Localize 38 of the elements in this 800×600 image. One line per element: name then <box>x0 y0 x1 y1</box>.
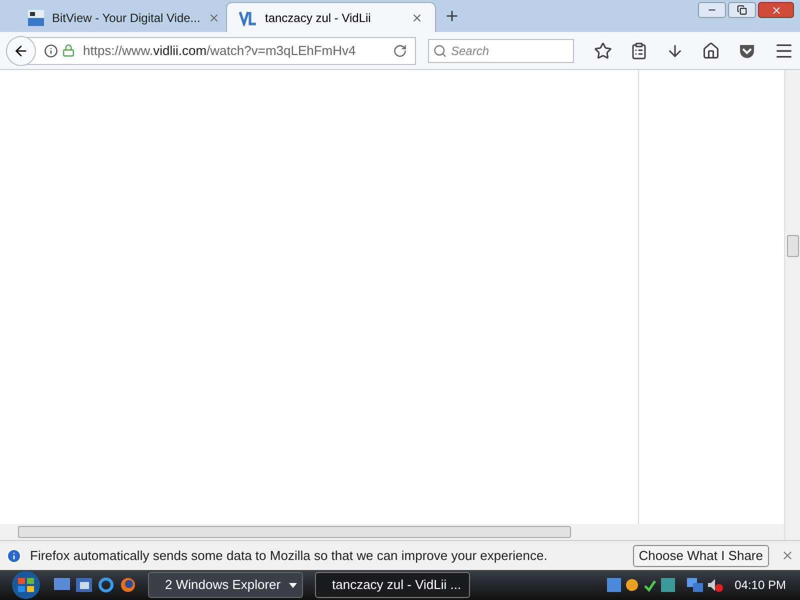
new-tab-icon[interactable] <box>444 8 460 24</box>
home-icon[interactable] <box>702 42 720 60</box>
info-icon <box>6 548 22 564</box>
choose-share-button[interactable]: Choose What I Share <box>632 544 769 566</box>
tray-icon[interactable] <box>660 578 675 592</box>
muted-speaker-icon[interactable] <box>706 578 723 592</box>
back-button[interactable] <box>6 36 36 66</box>
tray-icon[interactable] <box>606 578 621 592</box>
close-icon[interactable] <box>781 549 794 562</box>
close-icon <box>770 4 782 16</box>
clipboard-icon[interactable] <box>630 42 648 60</box>
restore-icon <box>737 5 747 15</box>
search-icon <box>433 44 447 58</box>
close-icon[interactable] <box>208 12 220 24</box>
close-icon[interactable] <box>411 12 423 24</box>
browser-tab[interactable]: BitView - Your Digital Vide... <box>16 4 226 32</box>
restore-button[interactable] <box>728 2 756 18</box>
reload-icon[interactable] <box>393 44 407 58</box>
bookmark-star-icon[interactable] <box>594 42 612 60</box>
tab-title: BitView - Your Digital Vide... <box>52 10 200 27</box>
clock-text[interactable]: 04:10 PM <box>734 576 786 594</box>
taskbar-button[interactable]: tanczacy zul - VidLii ... <box>315 572 470 598</box>
tray-icon[interactable] <box>642 578 657 592</box>
tab-logo-icon <box>28 10 44 26</box>
desktop-icon[interactable] <box>54 578 70 592</box>
info-icon[interactable] <box>44 44 58 58</box>
search-field[interactable]: Search <box>428 38 574 62</box>
browser-tab[interactable]: tanczacy zul - VidLii <box>226 2 436 32</box>
tab-logo-icon <box>239 10 257 26</box>
notification-message: Firefox automatically sends some data to Mozilla so that we can improve your experience. <box>30 546 548 565</box>
tab-title: tanczacy zul - VidLii <box>265 10 372 26</box>
close-button[interactable] <box>758 2 794 18</box>
lock-icon <box>62 44 75 57</box>
window-switch-icon[interactable] <box>76 578 92 592</box>
vertical-scrollbar[interactable] <box>784 70 800 540</box>
taskbar-button[interactable]: 2 Windows Explorer <box>148 572 303 598</box>
caret-icon <box>288 582 297 588</box>
horizontal-scrollbar[interactable] <box>0 524 784 540</box>
